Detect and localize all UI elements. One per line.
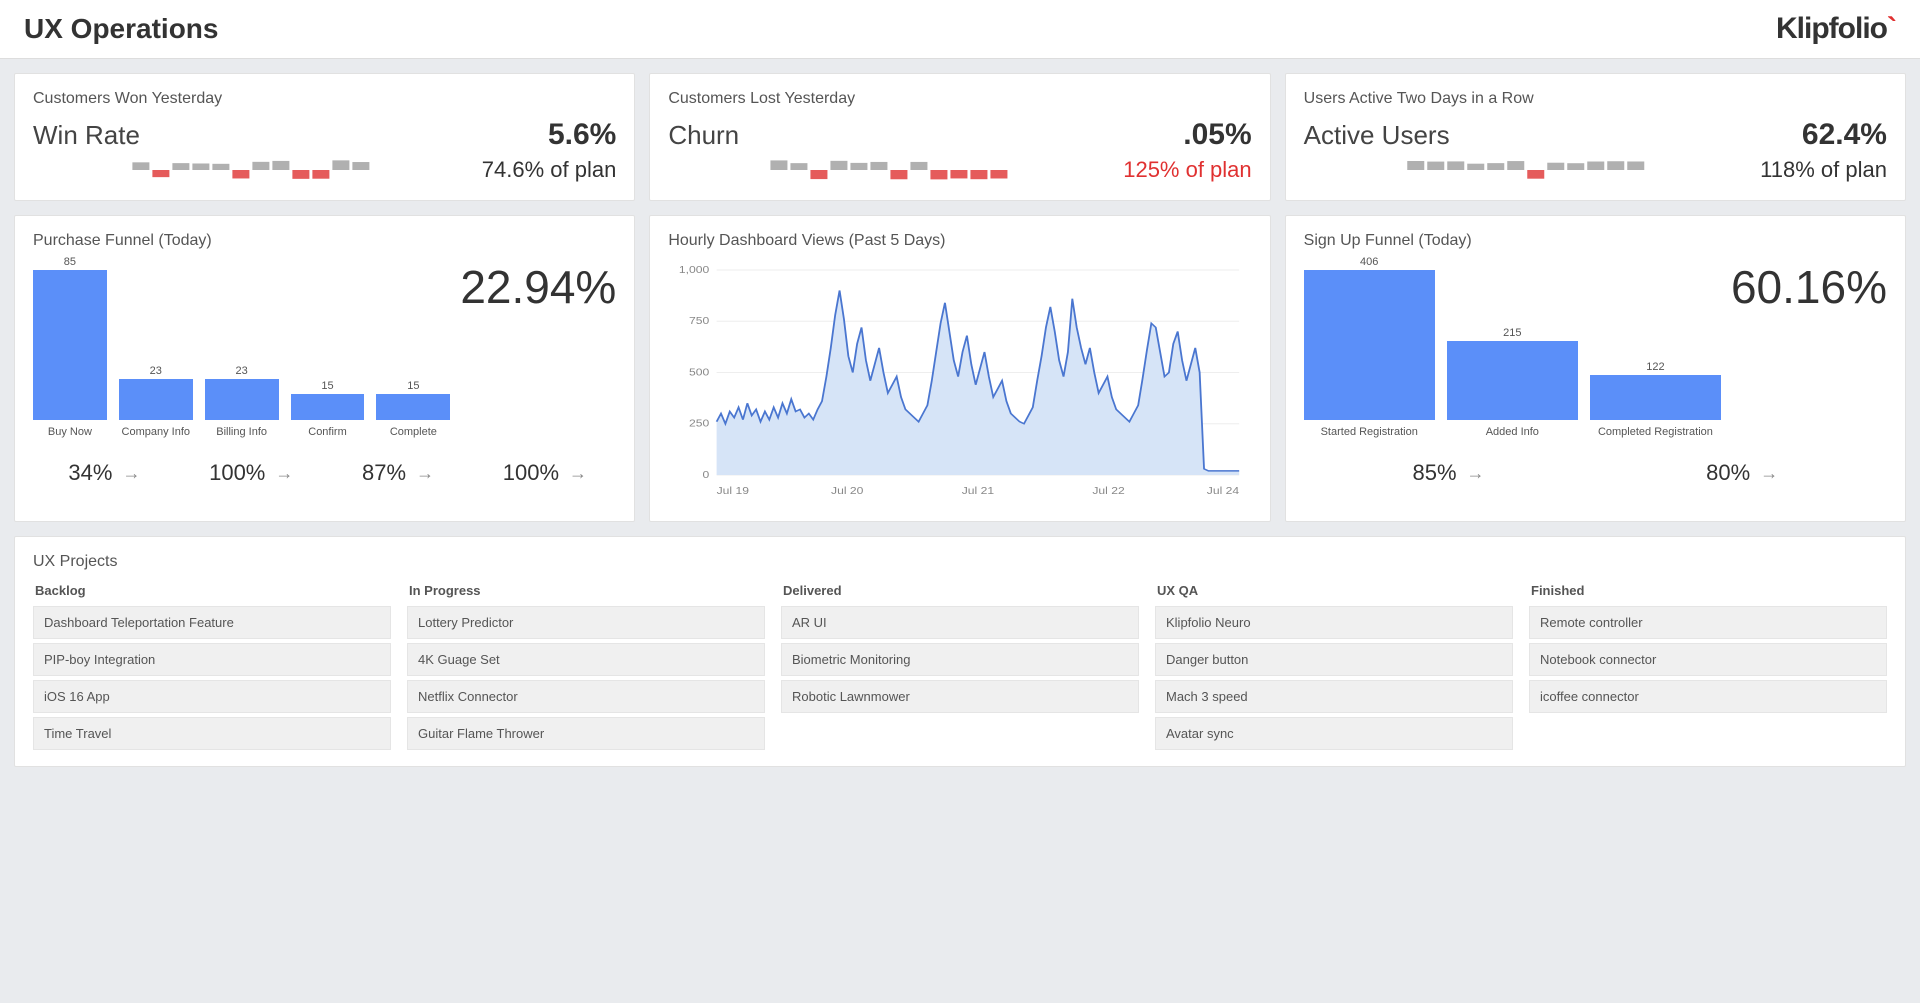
project-item[interactable]: Biometric Monitoring [781,643,1139,676]
conversion-step: 100%→ [473,460,616,486]
kpi-card-lost[interactable]: Customers Lost Yesterday Churn .05% 125%… [649,73,1270,201]
funnel-bars: 406Started Registration215Added Info122C… [1304,260,1721,450]
svg-text:750: 750 [689,316,709,327]
project-item[interactable]: Danger button [1155,643,1513,676]
project-item[interactable]: AR UI [781,606,1139,639]
column-header: UX QA [1155,579,1513,602]
sparkline [668,156,1111,184]
project-item[interactable]: 4K Guage Set [407,643,765,676]
metric-value: .05% [1183,118,1251,152]
card-title: Sign Up Funnel (Today) [1304,232,1887,250]
funnel-bar: 85Buy Now [33,256,107,450]
metric-name: Churn [668,120,739,151]
column-header: Backlog [33,579,391,602]
funnel-overall: 22.94% [460,260,616,450]
page-title: UX Operations [24,13,218,45]
project-item[interactable]: Robotic Lawnmower [781,680,1139,713]
metric-value: 5.6% [548,118,616,152]
project-item[interactable]: PIP-boy Integration [33,643,391,676]
svg-text:250: 250 [689,419,709,430]
plan-text: 118% of plan [1760,157,1887,183]
card-title: Hourly Dashboard Views (Past 5 Days) [668,232,1251,250]
signup-funnel-card[interactable]: Sign Up Funnel (Today) 406Started Regist… [1285,215,1906,522]
funnel-conversion-row: 34%→100%→87%→100%→ [33,460,616,486]
project-item[interactable]: Lottery Predictor [407,606,765,639]
kpi-card-active[interactable]: Users Active Two Days in a Row Active Us… [1285,73,1906,201]
funnel-bar: 215Added Info [1447,327,1578,450]
arrow-right-icon: → [1467,463,1485,484]
svg-text:Jul 19: Jul 19 [717,486,749,497]
conversion-step: 87%→ [327,460,470,486]
project-item[interactable]: iOS 16 App [33,680,391,713]
project-item[interactable]: Notebook connector [1529,643,1887,676]
conversion-step: 34%→ [33,460,176,486]
arrow-right-icon: → [122,463,140,484]
project-item[interactable]: Mach 3 speed [1155,680,1513,713]
svg-text:500: 500 [689,367,709,378]
funnel-bar: 23Company Info [119,365,193,450]
svg-text:Jul 21: Jul 21 [962,486,994,497]
conversion-step: 85%→ [1304,460,1594,486]
svg-text:Jul 24: Jul 24 [1207,486,1239,497]
card-title: Users Active Two Days in a Row [1304,90,1887,108]
arrow-right-icon: → [569,463,587,484]
svg-text:1,000: 1,000 [679,265,709,276]
column-header: Finished [1529,579,1887,602]
arrow-right-icon: → [416,463,434,484]
project-item[interactable]: Avatar sync [1155,717,1513,750]
brand-logo: Klipfolio` [1776,12,1896,46]
area-chart: 0 250 500 750 1,000 Jul 19 Jul 20 Jul 21 Jul 22 J… [668,260,1251,500]
funnel-bars: 85Buy Now23Company Info23Billing Info15C… [33,260,450,450]
funnel-bar: 122Completed Registration [1590,361,1721,450]
arrow-right-icon: → [1760,463,1778,484]
hourly-views-card[interactable]: Hourly Dashboard Views (Past 5 Days) 0 25… [649,215,1270,522]
column-header: In Progress [407,579,765,602]
metric-name: Active Users [1304,120,1450,151]
purchase-funnel-card[interactable]: Purchase Funnel (Today) 85Buy Now23Compa… [14,215,635,522]
project-item[interactable]: Klipfolio Neuro [1155,606,1513,639]
card-title: Customers Lost Yesterday [668,90,1251,108]
card-title: Purchase Funnel (Today) [33,232,616,250]
svg-text:0: 0 [703,470,710,481]
sparkline [1304,156,1749,184]
project-item[interactable]: icoffee connector [1529,680,1887,713]
metric-name: Win Rate [33,120,140,151]
project-item[interactable]: Netflix Connector [407,680,765,713]
svg-text:Jul 22: Jul 22 [1093,486,1125,497]
funnel-overall: 60.16% [1731,260,1887,450]
project-column: Delivered AR UI Biometric Monitoring Roboti… [781,579,1139,750]
topbar: UX Operations Klipfolio` [0,0,1920,59]
metric-value: 62.4% [1802,118,1887,152]
kpi-card-won[interactable]: Customers Won Yesterday Win Rate 5.6% 74… [14,73,635,201]
conversion-step: 80%→ [1597,460,1887,486]
conversion-step: 100%→ [180,460,323,486]
funnel-conversion-row: 85%→80%→ [1304,460,1887,486]
svg-text:Jul 20: Jul 20 [831,486,863,497]
funnel-bar: 23Billing Info [205,365,279,450]
sparkline [33,156,470,184]
project-item[interactable]: Guitar Flame Thrower [407,717,765,750]
dashboard-grid: Customers Won Yesterday Win Rate 5.6% 74… [0,59,1920,536]
funnel-bar: 15Confirm [291,380,365,450]
projects-board[interactable]: UX Projects Backlog Dashboard Teleportati… [14,536,1906,767]
plan-text: 125% of plan [1123,157,1251,183]
funnel-bar: 406Started Registration [1304,256,1435,450]
project-column: Finished Remote controller Notebook connec… [1529,579,1887,750]
column-header: Delivered [781,579,1139,602]
project-item[interactable]: Remote controller [1529,606,1887,639]
funnel-bar: 15Complete [376,380,450,450]
project-item[interactable]: Time Travel [33,717,391,750]
project-columns: Backlog Dashboard Teleportation Feature PI… [33,579,1887,750]
project-column: Backlog Dashboard Teleportation Feature PI… [33,579,391,750]
project-column: UX QA Klipfolio Neuro Danger button Mach 3 … [1155,579,1513,750]
project-column: In Progress Lottery Predictor 4K Guage Set… [407,579,765,750]
card-title: Customers Won Yesterday [33,90,616,108]
plan-text: 74.6% of plan [482,157,617,183]
arrow-right-icon: → [275,463,293,484]
project-item[interactable]: Dashboard Teleportation Feature [33,606,391,639]
card-title: UX Projects [33,553,1887,571]
